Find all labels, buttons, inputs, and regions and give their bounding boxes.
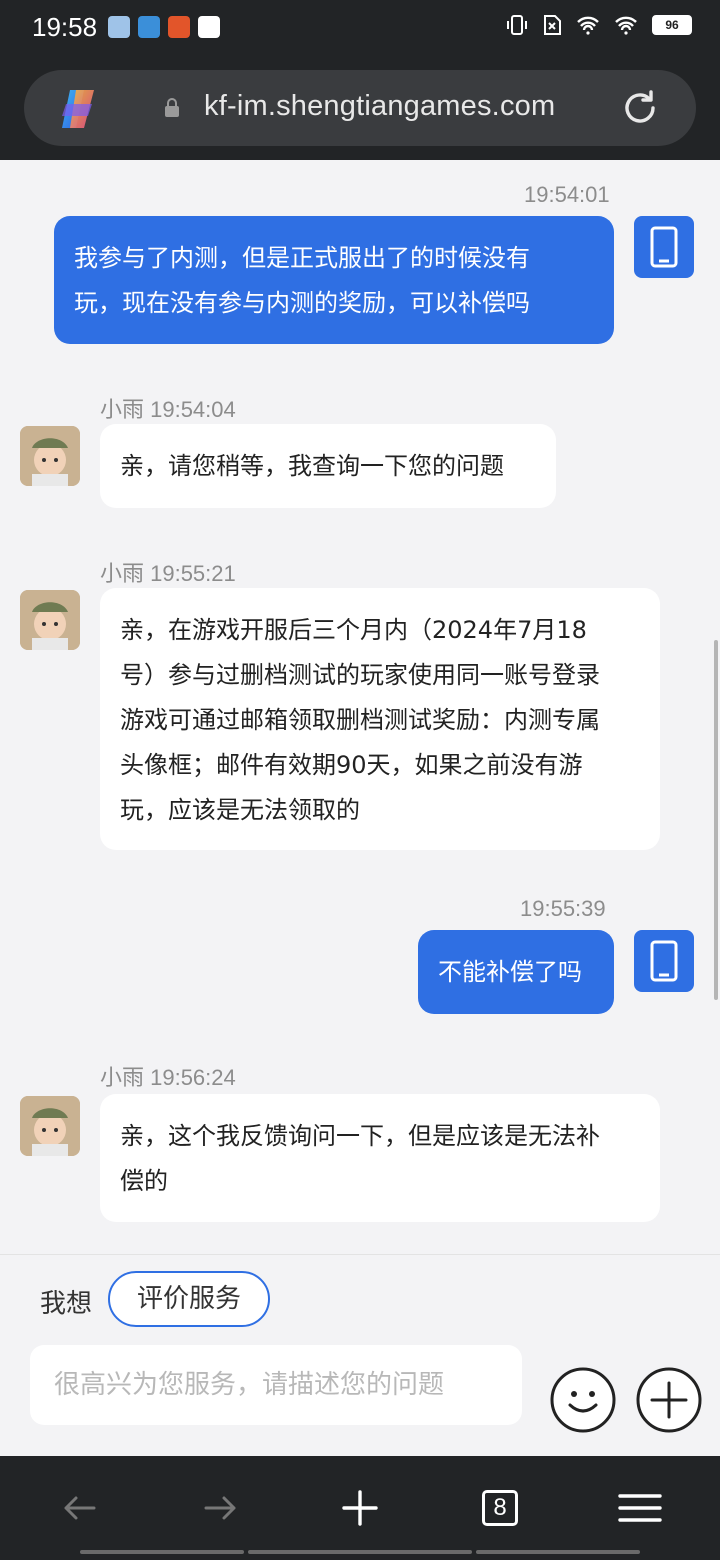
new-tab-plus-icon[interactable] xyxy=(338,1486,382,1530)
message-input[interactable] xyxy=(30,1345,522,1425)
agent-message-bubble: 亲，请您稍等，我查询一下您的问题 xyxy=(100,424,556,508)
status-time: 19:58 xyxy=(32,12,98,42)
battery-indicator: 96 xyxy=(652,15,692,35)
agent-avatar-image xyxy=(20,1096,80,1156)
message-line: 头像框；邮件有效期90天，如果之前没有游 xyxy=(120,751,583,779)
tab-switcher-button[interactable]: 8 xyxy=(482,1490,518,1526)
agent-avatar-image xyxy=(20,426,80,486)
rate-service-button[interactable]: 评价服务 xyxy=(108,1271,270,1327)
phone-icon xyxy=(650,940,678,982)
wifi-icon-2 xyxy=(615,16,637,35)
browser-bottom-nav: 8 xyxy=(0,1456,720,1560)
message-line: 玩，现在没有参与内测的奖励，可以补偿吗 xyxy=(74,289,530,317)
chat-transcript[interactable]: 19:54:01 我参与了内测，但是正式服出了的时候没有 玩，现在没有参与内测的… xyxy=(0,160,720,1254)
message-timestamp: 19:54:01 xyxy=(524,182,610,207)
status-icons: 96 xyxy=(506,14,692,36)
agent-message-bubble: 亲，在游戏开服后三个月内（2024年7月18 号）参与过删档测试的玩家使用同一账… xyxy=(100,588,660,850)
forward-arrow-icon[interactable] xyxy=(198,1486,242,1530)
message-line: 偿的 xyxy=(120,1167,168,1195)
user-avatar xyxy=(634,216,694,278)
phone-icon xyxy=(650,226,678,268)
user-avatar xyxy=(634,930,694,992)
back-arrow-icon[interactable] xyxy=(58,1486,102,1530)
no-sim-icon xyxy=(544,15,561,35)
chat-scrollbar[interactable] xyxy=(714,640,718,1000)
menu-icon[interactable] xyxy=(618,1486,662,1530)
user-message-bubble: 我参与了内测，但是正式服出了的时候没有 玩，现在没有参与内测的奖励，可以补偿吗 xyxy=(54,216,614,344)
url-text[interactable]: kf-im.shengtiangames.com xyxy=(204,90,555,123)
agent-message-header: 小雨 19:56:24 xyxy=(100,1065,236,1090)
notification-icon-1 xyxy=(108,16,130,38)
message-line: 号）参与过删档测试的玩家使用同一账号登录 xyxy=(120,661,600,689)
message-timestamp: 19:55:39 xyxy=(520,896,606,921)
address-bar[interactable]: kf-im.shengtiangames.com xyxy=(24,70,696,146)
notification-icon-4 xyxy=(198,16,220,38)
message-line: 游戏可通过邮箱领取删档测试奖励：内测专属 xyxy=(120,706,600,734)
copilot-logo-icon[interactable] xyxy=(56,86,102,132)
agent-avatar-image xyxy=(20,590,80,650)
vibrate-icon xyxy=(507,15,527,35)
gesture-bar xyxy=(248,1550,472,1554)
message-line: 亲，在游戏开服后三个月内（2024年7月18 xyxy=(120,616,587,644)
wifi-icon xyxy=(577,16,599,35)
status-bar: 19:58 96 xyxy=(0,0,720,56)
user-message-bubble: 不能补偿了吗 xyxy=(418,930,614,1014)
message-line: 亲，请您稍等，我查询一下您的问题 xyxy=(120,452,504,480)
add-attachment-icon[interactable] xyxy=(636,1367,702,1433)
gesture-bar xyxy=(476,1550,640,1554)
agent-avatar xyxy=(20,1096,80,1156)
agent-message-header: 小雨 19:55:21 xyxy=(100,561,236,586)
agent-avatar xyxy=(20,426,80,486)
browser-header: 19:58 96 kf-im.shengtiangames.com xyxy=(0,0,720,160)
notification-icon-2 xyxy=(138,16,160,38)
emoji-icon[interactable] xyxy=(550,1367,616,1433)
message-line: 不能补偿了吗 xyxy=(438,958,582,986)
lock-icon xyxy=(165,98,179,117)
gesture-bar xyxy=(80,1550,244,1554)
message-line: 我参与了内测，但是正式服出了的时候没有 xyxy=(74,244,530,272)
notification-icon-3 xyxy=(168,16,190,38)
agent-message-header: 小雨 19:54:04 xyxy=(100,397,236,422)
reload-icon[interactable] xyxy=(620,88,660,128)
quick-action-label: 我想 xyxy=(40,1289,93,1319)
message-line: 玩，应该是无法领取的 xyxy=(120,796,360,824)
agent-avatar xyxy=(20,590,80,650)
agent-message-bubble: 亲，这个我反馈询问一下，但是应该是无法补 偿的 xyxy=(100,1094,660,1222)
chat-input-area: 我想 评价服务 xyxy=(0,1254,720,1456)
message-line: 亲，这个我反馈询问一下，但是应该是无法补 xyxy=(120,1122,600,1150)
